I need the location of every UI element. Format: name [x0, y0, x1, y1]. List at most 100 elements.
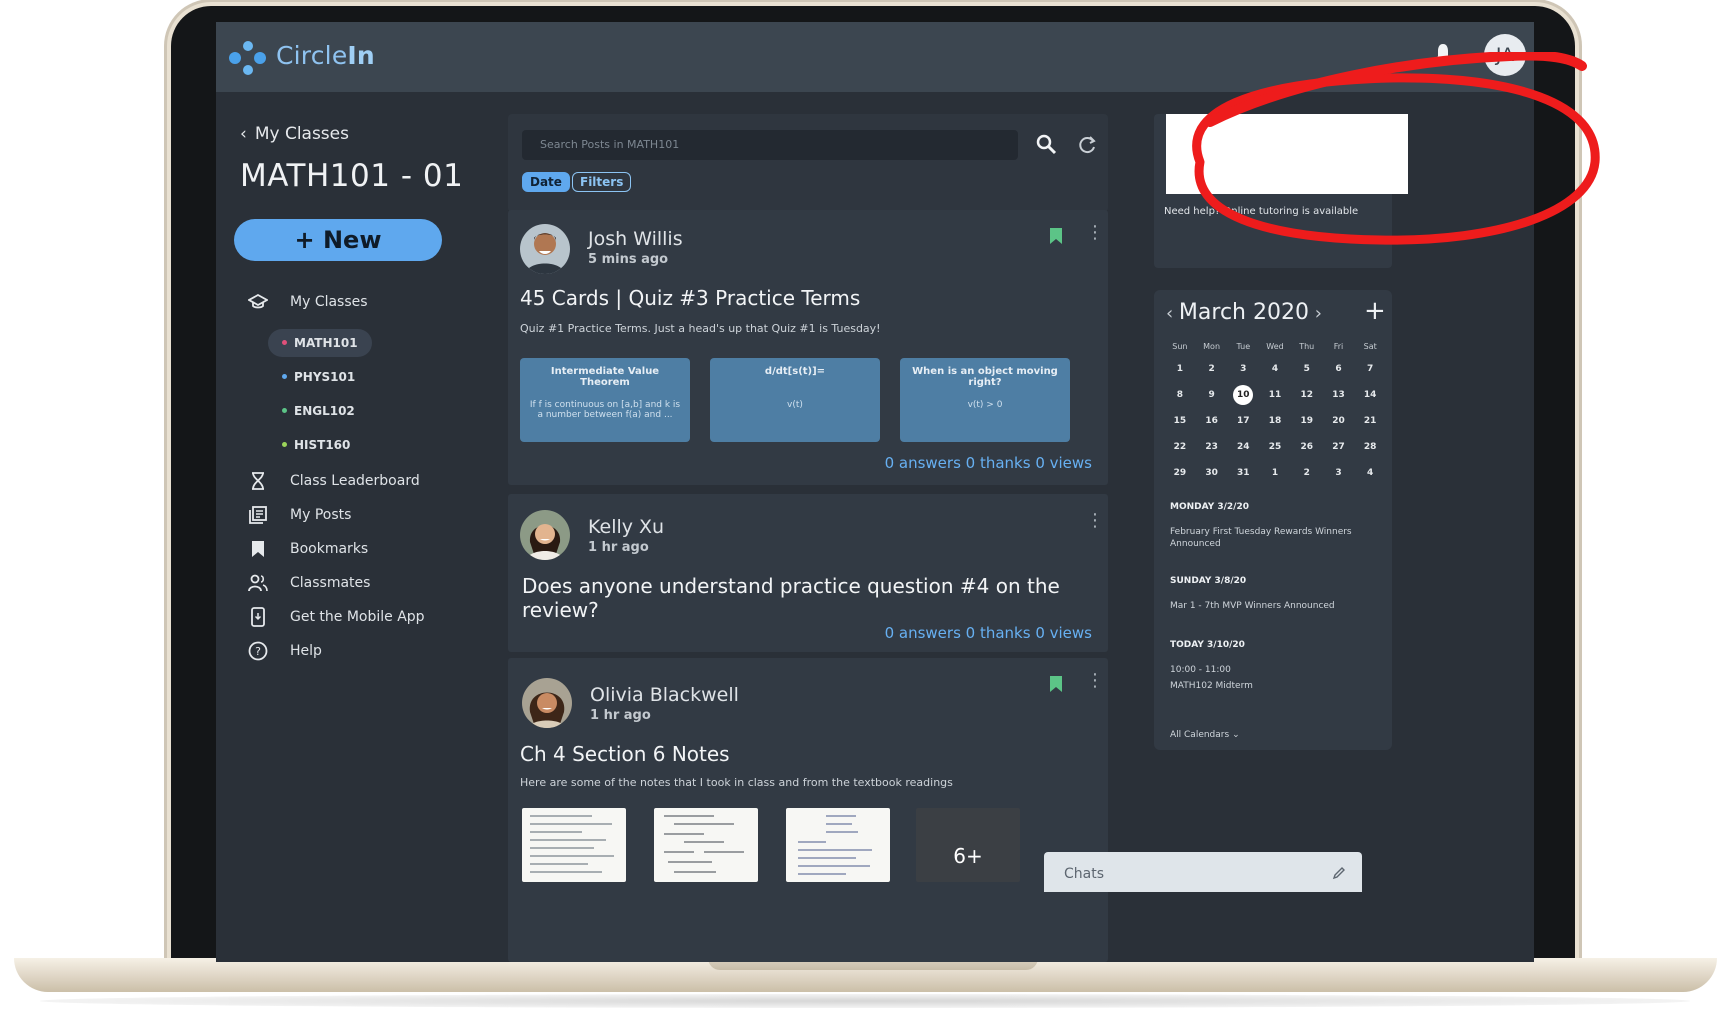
calendar-day[interactable]: 1 [1164, 358, 1196, 384]
bookmark-icon[interactable] [1050, 676, 1062, 692]
sidebar-item-my-classes[interactable]: My Classes [248, 292, 368, 312]
help-icon: ? [248, 641, 268, 661]
filters-chip[interactable]: Filters [572, 172, 632, 192]
calendar-day[interactable]: 12 [1291, 384, 1323, 410]
calendar-day[interactable]: 2 [1291, 462, 1323, 488]
back-to-my-classes-link[interactable]: ‹ My Classes [240, 124, 349, 144]
compose-icon[interactable] [1332, 866, 1346, 880]
author-avatar[interactable] [520, 510, 570, 560]
post-card[interactable]: Kelly Xu 1 hr ago ⋮ Does anyone understa… [508, 494, 1108, 652]
chevron-right-icon[interactable]: › [1309, 303, 1322, 324]
refresh-icon[interactable] [1076, 134, 1098, 156]
calendar-header: ‹ March 2020 › [1166, 300, 1322, 325]
sidebar-item-classmates[interactable]: Classmates [248, 573, 370, 593]
sidebar-item-my-posts[interactable]: My Posts [248, 505, 351, 525]
new-post-button[interactable]: + New [234, 219, 442, 261]
note-image-thumbnail[interactable] [786, 808, 890, 882]
calendar-day[interactable]: 18 [1259, 410, 1291, 436]
post-card[interactable]: Josh Willis 5 mins ago ⋮ 45 Cards | Quiz… [508, 210, 1108, 485]
add-event-icon[interactable]: + [1364, 296, 1386, 326]
calendar-day[interactable]: 28 [1354, 436, 1386, 462]
calendar-day[interactable]: 5 [1291, 358, 1323, 384]
class-item-math101[interactable]: MATH101 [268, 329, 372, 357]
author-name[interactable]: Olivia Blackwell [590, 684, 739, 706]
bell-icon[interactable] [1434, 42, 1452, 64]
calendar-day[interactable]: 20 [1323, 410, 1355, 436]
sidebar-item-bookmarks[interactable]: Bookmarks [248, 539, 368, 559]
calendar-day[interactable]: 4 [1354, 462, 1386, 488]
calendar-day[interactable]: 17 [1227, 410, 1259, 436]
note-image-thumbnail[interactable] [522, 808, 626, 882]
class-color-dot [282, 408, 287, 413]
calendar-day[interactable]: 2 [1196, 358, 1228, 384]
more-options-icon[interactable]: ⋮ [1086, 224, 1104, 242]
flashcard[interactable]: When is an object moving right? v(t) > 0 [900, 358, 1070, 442]
calendar-day[interactable]: 31 [1227, 462, 1259, 488]
author-avatar[interactable] [522, 678, 572, 728]
calendar-day[interactable]: 8 [1164, 384, 1196, 410]
sidebar-item-class-leaderboard[interactable]: Class Leaderboard [248, 471, 420, 491]
promo-banner[interactable] [1166, 114, 1408, 194]
calendar-day[interactable]: 30 [1196, 462, 1228, 488]
calendar-day[interactable]: 16 [1196, 410, 1228, 436]
promo-text[interactable]: Need help? Online tutoring is available [1164, 206, 1384, 217]
post-title[interactable]: Ch 4 Section 6 Notes [520, 742, 730, 766]
calendar-day[interactable]: 7 [1354, 358, 1386, 384]
calendar-day[interactable]: 11 [1259, 384, 1291, 410]
calendar-day[interactable]: 6 [1323, 358, 1355, 384]
search-icon[interactable] [1036, 134, 1058, 156]
class-item-engl102[interactable]: ENGL102 [268, 397, 369, 425]
calendar-day[interactable]: 27 [1323, 436, 1355, 462]
calendar-day[interactable]: 29 [1164, 462, 1196, 488]
flashcard[interactable]: d/dt[s(t)]= v(t) [710, 358, 880, 442]
chats-panel[interactable]: Chats [1044, 852, 1362, 892]
sidebar-item-help[interactable]: ? Help [248, 641, 322, 661]
flashcard[interactable]: Intermediate Value Theorem If f is contin… [520, 358, 690, 442]
calendar-day[interactable]: 14 [1354, 384, 1386, 410]
circlein-logo-icon[interactable] [226, 36, 278, 80]
search-input[interactable]: Search Posts in MATH101 [522, 130, 1018, 160]
calendar-day[interactable]: 15 [1164, 410, 1196, 436]
author-name[interactable]: Kelly Xu [588, 516, 664, 538]
calendar-day-today[interactable]: 10 [1227, 384, 1259, 410]
post-title[interactable]: Does anyone understand practice question… [522, 574, 1108, 622]
calendar-day[interactable]: 26 [1291, 436, 1323, 462]
calendar-day[interactable]: 4 [1259, 358, 1291, 384]
event-item[interactable]: Mar 1 - 7th MVP Winners Announced [1170, 600, 1370, 612]
calendar-day[interactable]: 3 [1323, 462, 1355, 488]
calendar-day[interactable]: 19 [1291, 410, 1323, 436]
user-avatar[interactable]: JA [1484, 34, 1526, 76]
calendar-day[interactable]: 13 [1323, 384, 1355, 410]
bookmark-icon [248, 539, 268, 559]
calendar-day[interactable]: 25 [1259, 436, 1291, 462]
calendar-day[interactable]: 23 [1196, 436, 1228, 462]
bookmark-icon[interactable] [1050, 228, 1062, 244]
post-stats[interactable]: 0 answers 0 thanks 0 views [885, 624, 1092, 642]
note-image-thumbnail[interactable] [654, 808, 758, 882]
all-calendars-dropdown[interactable]: All Calendars ⌄ [1170, 730, 1240, 740]
post-title[interactable]: 45 Cards | Quiz #3 Practice Terms [520, 286, 860, 310]
calendar-day[interactable]: 22 [1164, 436, 1196, 462]
class-item-phys101[interactable]: PHYS101 [268, 363, 369, 391]
calendar-day[interactable]: 1 [1259, 462, 1291, 488]
calendar-day[interactable]: 24 [1227, 436, 1259, 462]
brand-name[interactable]: CircleIn [276, 41, 375, 70]
more-options-icon[interactable]: ⋮ [1086, 512, 1104, 530]
event-day-label: MONDAY 3/2/20 [1170, 502, 1249, 512]
post-stats[interactable]: 0 answers 0 thanks 0 views [885, 454, 1092, 472]
date-filter-chip[interactable]: Date [522, 172, 570, 192]
more-options-icon[interactable]: ⋮ [1086, 672, 1104, 690]
calendar-day[interactable]: 9 [1196, 384, 1228, 410]
event-item[interactable]: MATH102 Midterm [1170, 680, 1370, 692]
calendar-day[interactable]: 3 [1227, 358, 1259, 384]
flashcard-back: v(t) [787, 400, 803, 410]
chevron-left-icon[interactable]: ‹ [1166, 303, 1179, 324]
post-card[interactable]: Olivia Blackwell 1 hr ago ⋮ Ch 4 Section… [508, 658, 1108, 962]
author-avatar[interactable] [520, 224, 570, 274]
author-name[interactable]: Josh Willis [588, 228, 683, 250]
event-item[interactable]: February First Tuesday Rewards Winners A… [1170, 526, 1370, 550]
sidebar-item-mobile-app[interactable]: Get the Mobile App [248, 607, 425, 627]
class-item-hist160[interactable]: HIST160 [268, 431, 364, 459]
calendar-day[interactable]: 21 [1354, 410, 1386, 436]
more-images-thumbnail[interactable]: 6+ [916, 808, 1020, 882]
